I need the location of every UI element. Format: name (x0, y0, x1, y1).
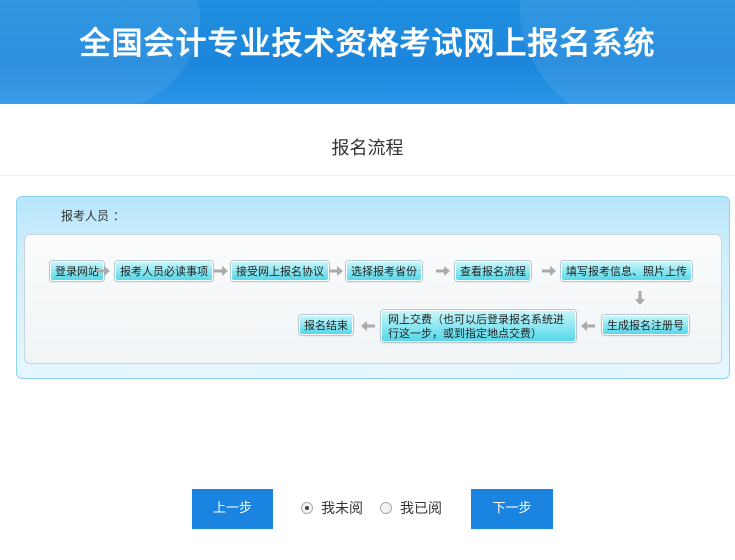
arrow-right-icon (214, 266, 228, 276)
arrow-right-icon (329, 266, 343, 276)
step-online-payment[interactable]: 网上交费（也可以后登录报名系统进行这一步，或到指定地点交费） (381, 310, 576, 342)
radio-read-label: 我已阅 (400, 501, 442, 517)
arrow-left-icon (361, 321, 375, 331)
arrow-right-icon (436, 266, 450, 276)
flow-panel: 报考人员 ： 登录网站 报考人员必读事项 接受网上报名协议 选择报考省份 查看报… (16, 196, 730, 379)
step-accept-agreement[interactable]: 接受网上报名协议 (231, 261, 329, 281)
step-must-read[interactable]: 报考人员必读事项 (115, 261, 213, 281)
arrow-down-icon (635, 291, 645, 305)
system-title: 全国会计专业技术资格考试网上报名系统 (79, 26, 656, 62)
radio-unchecked-icon[interactable] (380, 502, 392, 514)
radio-read[interactable]: 我已阅 (380, 499, 442, 517)
arrow-right-icon (542, 266, 556, 276)
step-view-process[interactable]: 查看报名流程 (455, 261, 531, 281)
prev-step-button[interactable]: 上一步 (192, 489, 273, 529)
flow-diagram: 登录网站 报考人员必读事项 接受网上报名协议 选择报考省份 查看报名流程 填写报… (24, 234, 722, 364)
arrow-right-icon (96, 266, 110, 276)
page-header: 报名流程 (0, 104, 735, 176)
role-label: 报考人员 ： (61, 209, 125, 223)
step-registration-end[interactable]: 报名结束 (299, 315, 353, 335)
radio-checked-icon[interactable] (301, 502, 313, 514)
step-select-province[interactable]: 选择报考省份 (346, 261, 422, 281)
radio-unread[interactable]: 我未阅 (301, 499, 363, 517)
step-generate-registration-number[interactable]: 生成报名注册号 (602, 315, 689, 335)
header-banner: 全国会计专业技术资格考试网上报名系统 (0, 0, 735, 104)
radio-unread-label: 我未阅 (321, 501, 363, 517)
page-title: 报名流程 (331, 138, 404, 159)
step-fill-info-upload-photo[interactable]: 填写报考信息、照片上传 (561, 261, 692, 281)
next-step-button[interactable]: 下一步 (471, 489, 553, 529)
arrow-left-icon (581, 321, 595, 331)
